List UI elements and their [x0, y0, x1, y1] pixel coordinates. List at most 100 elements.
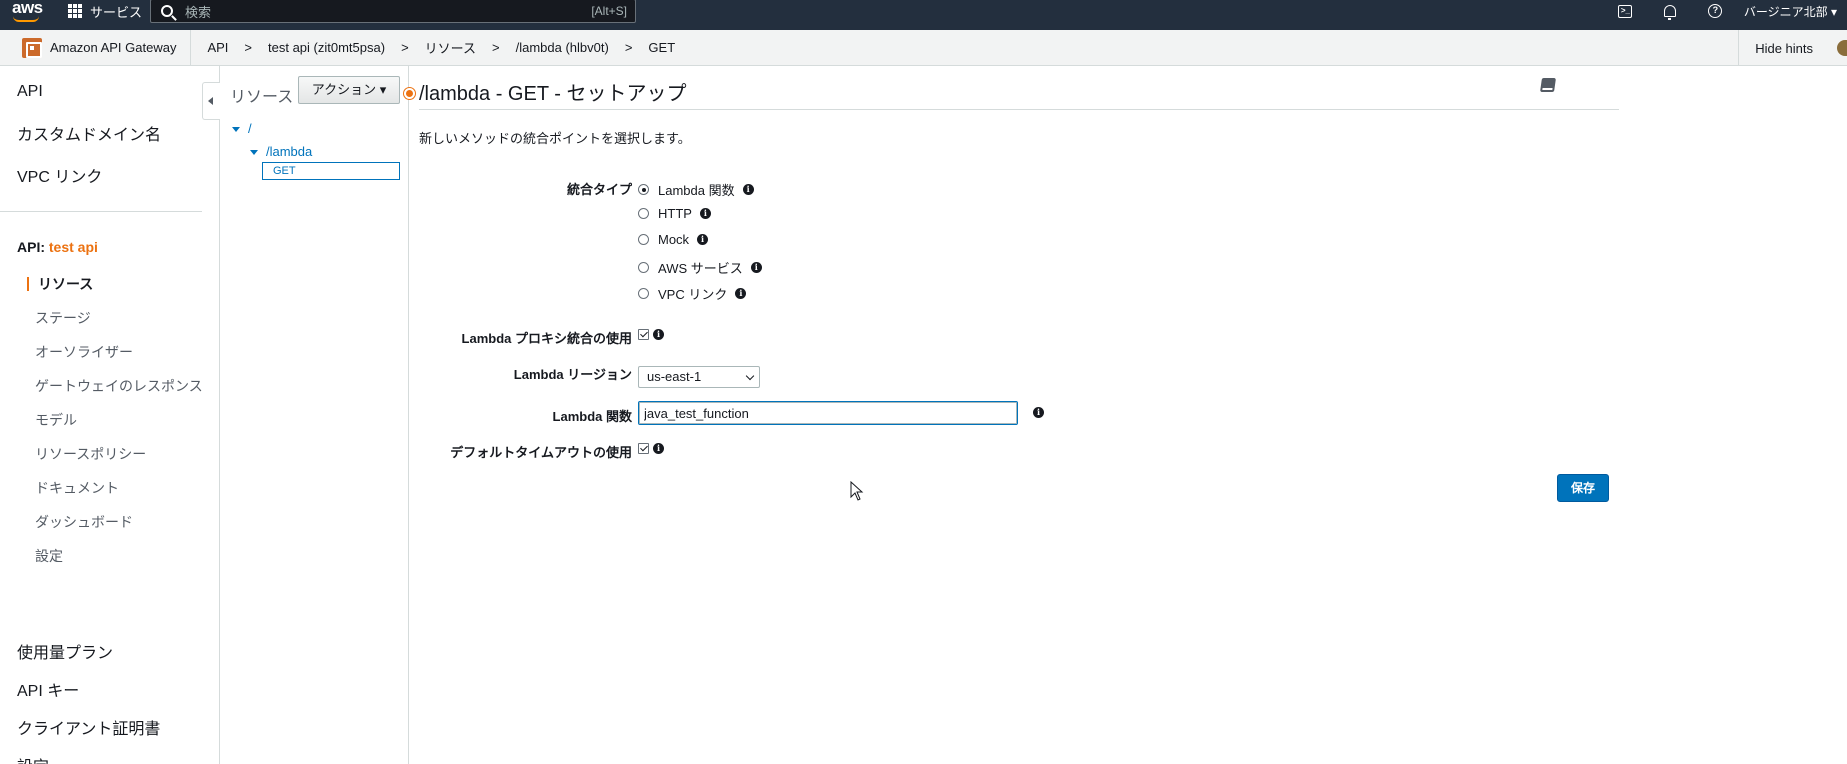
- breadcrumb-test-api[interactable]: test api (zit0mt5psa): [266, 40, 387, 55]
- radio-mock[interactable]: [638, 234, 649, 245]
- api-name[interactable]: test api: [49, 239, 98, 255]
- sidebar-item-resources[interactable]: リソース: [0, 274, 203, 308]
- info-icon[interactable]: i: [735, 288, 747, 299]
- aws-smile-icon: [13, 16, 39, 22]
- sidebar-divider: [0, 211, 202, 212]
- service-home-link[interactable]: Amazon API Gateway: [0, 29, 192, 66]
- radio-lambda[interactable]: [638, 184, 649, 195]
- sidebar-item-vpc-links[interactable]: VPC リンク: [0, 163, 102, 187]
- breadcrumb-api[interactable]: API: [205, 40, 230, 55]
- expand-caret-icon[interactable]: [250, 150, 258, 156]
- services-menu-button[interactable]: サービス: [68, 0, 142, 22]
- sidebar-item-authorizers[interactable]: オーソライザー: [0, 342, 203, 376]
- lambda-proxy-label: Lambda プロキシ統合の使用: [461, 331, 632, 346]
- cloudshell-icon: >_: [1618, 4, 1633, 18]
- integration-option-lambda[interactable]: Lambda 関数 i: [638, 180, 754, 199]
- services-grid-icon: [68, 4, 82, 18]
- sidebar-bottom-nav: 使用量プラン API キー クライアント証明書 設定: [0, 644, 160, 764]
- search-placeholder: 検索: [185, 4, 212, 20]
- top-navigation: aws サービス 検索 [Alt+S] >_ ? バージニア北部 ▾: [0, 0, 1847, 30]
- sidebar-item-custom-domains[interactable]: カスタムドメイン名: [0, 121, 161, 145]
- services-label: サービス: [90, 4, 143, 20]
- radio-aws-service[interactable]: [638, 262, 649, 273]
- integration-option-label: Lambda 関数: [658, 183, 735, 198]
- breadcrumb-separator: >: [624, 40, 633, 55]
- mouse-cursor-icon: [850, 481, 864, 501]
- integration-option-aws-service[interactable]: AWS サービス i: [638, 258, 762, 277]
- sidebar-item-settings[interactable]: 設定: [0, 758, 160, 764]
- default-timeout-checkbox[interactable]: [638, 443, 649, 454]
- chevron-down-icon: [745, 371, 755, 381]
- sidebar-item-documentation[interactable]: ドキュメント: [0, 478, 203, 512]
- expand-caret-icon[interactable]: [232, 127, 240, 133]
- breadcrumb-resources[interactable]: リソース: [423, 38, 478, 57]
- hide-hints-button[interactable]: Hide hints: [1738, 30, 1813, 66]
- tree-node-root[interactable]: /: [232, 121, 252, 136]
- integration-option-label: VPC リンク: [658, 287, 728, 302]
- tree-node-label: /lambda: [266, 144, 313, 159]
- integration-option-mock[interactable]: Mock i: [638, 232, 709, 247]
- api-gateway-icon: [22, 37, 42, 58]
- lambda-function-label: Lambda 関数: [552, 409, 632, 424]
- page-title: /lambda - GET - セットアップ: [419, 83, 687, 105]
- search-icon: [161, 5, 173, 17]
- tree-node-get-method[interactable]: GET: [262, 162, 400, 180]
- avatar[interactable]: [1837, 40, 1847, 56]
- sidebar-item-api-settings[interactable]: 設定: [0, 546, 203, 580]
- lambda-proxy-checkbox[interactable]: [638, 329, 649, 340]
- sidebar-item-api-keys[interactable]: API キー: [0, 682, 160, 720]
- sidebar-item-resource-policy[interactable]: リソースポリシー: [0, 444, 203, 478]
- help-icon: ?: [1708, 4, 1723, 18]
- lambda-region-value: us-east-1: [647, 369, 702, 384]
- page-description: 新しいメソッドの統合ポイントを選択します。: [419, 131, 691, 146]
- hint-marker-icon[interactable]: [404, 88, 415, 99]
- sidebar-item-dashboard[interactable]: ダッシュボード: [0, 512, 203, 546]
- tree-node-lambda[interactable]: /lambda: [250, 144, 312, 159]
- sidebar: API カスタムドメイン名 VPC リンク API: test api リソース…: [0, 66, 220, 764]
- main-content: /lambda - GET - セットアップ 新しいメソッドの統合ポイントを選択…: [410, 66, 1847, 764]
- info-icon[interactable]: i: [653, 329, 664, 340]
- sidebar-item-usage-plans[interactable]: 使用量プラン: [0, 644, 160, 682]
- info-icon[interactable]: i: [699, 208, 711, 219]
- documentation-book-icon[interactable]: [1540, 78, 1556, 92]
- info-icon[interactable]: i: [653, 443, 664, 454]
- info-icon[interactable]: i: [1033, 407, 1044, 418]
- integration-option-label: Mock: [658, 232, 690, 247]
- tree-node-label: /: [248, 121, 252, 136]
- lambda-region-select[interactable]: us-east-1: [638, 366, 760, 388]
- integration-option-http[interactable]: HTTP i: [638, 206, 711, 221]
- sidebar-item-stages[interactable]: ステージ: [0, 308, 203, 342]
- cloudshell-button[interactable]: >_: [1603, 4, 1648, 18]
- sidebar-item-models[interactable]: モデル: [0, 410, 203, 444]
- aws-logo[interactable]: aws: [10, 0, 43, 30]
- bell-icon: [1664, 5, 1677, 20]
- search-box[interactable]: 検索 [Alt+S]: [150, 0, 636, 23]
- sidebar-collapse-button[interactable]: [202, 82, 220, 120]
- sidebar-item-client-certificates[interactable]: クライアント証明書: [0, 720, 160, 758]
- default-timeout-row: i: [638, 443, 664, 454]
- info-icon[interactable]: i: [750, 262, 762, 273]
- breadcrumb-lambda[interactable]: /lambda (hlbv0t): [514, 40, 611, 55]
- breadcrumb-separator: >: [492, 40, 500, 55]
- radio-vpc-link[interactable]: [638, 288, 649, 299]
- api-prefix: API:: [17, 239, 49, 255]
- save-button[interactable]: 保存: [1557, 474, 1609, 502]
- sidebar-item-api[interactable]: API: [0, 83, 43, 101]
- breadcrumb-bar: Amazon API Gateway API > test api (zit0m…: [0, 29, 1847, 66]
- info-icon[interactable]: i: [742, 184, 754, 195]
- help-button[interactable]: ?: [1693, 4, 1738, 18]
- info-icon[interactable]: i: [697, 234, 709, 245]
- lambda-proxy-row: i: [638, 329, 664, 340]
- breadcrumb-separator: >: [244, 40, 253, 55]
- lambda-function-input[interactable]: [638, 401, 1018, 425]
- notifications-button[interactable]: [1648, 5, 1693, 20]
- integration-option-vpc-link[interactable]: VPC リンク i: [638, 284, 747, 303]
- actions-dropdown-button[interactable]: アクション ▾: [298, 76, 400, 104]
- top-right-actions: >_ ? バージニア北部 ▾: [1603, 0, 1847, 22]
- region-selector[interactable]: バージニア北部 ▾: [1738, 3, 1847, 20]
- sidebar-item-gateway-responses[interactable]: ゲートウェイのレスポンス: [0, 376, 203, 410]
- radio-http[interactable]: [638, 208, 649, 219]
- default-timeout-label: デフォルトタイムアウトの使用: [450, 445, 632, 460]
- lambda-region-label: Lambda リージョン: [513, 367, 632, 382]
- breadcrumb-get: GET: [648, 40, 676, 55]
